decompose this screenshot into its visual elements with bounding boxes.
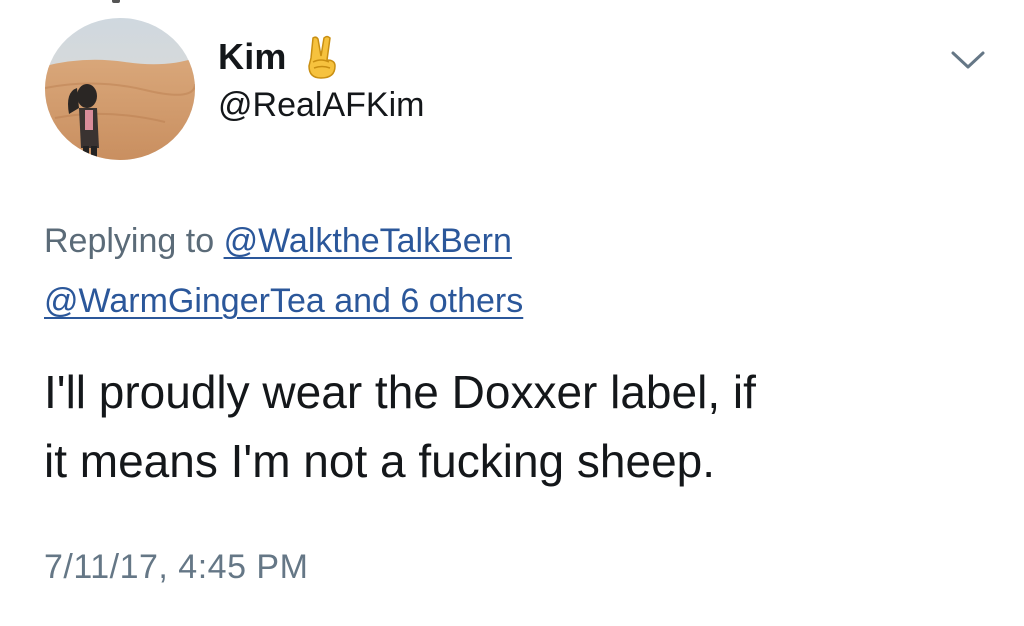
mention-link-others[interactable]: @WarmGingerTea and 6 others: [44, 282, 523, 320]
tweet-text-line: it means I'm not a fucking sheep.: [44, 435, 716, 487]
avatar[interactable]: [45, 18, 195, 160]
replying-to-label: Replying to: [44, 222, 215, 260]
display-name[interactable]: Kim: [218, 36, 287, 78]
replying-to-line: Replying to @WalktheTalkBern: [44, 222, 512, 261]
name-row: Kim: [218, 32, 341, 82]
tweet-text-line: I'll proudly wear the Doxxer label, if: [44, 366, 756, 418]
mention-link-walkthetalkbern[interactable]: @WalktheTalkBern: [224, 222, 512, 260]
avatar-image: [45, 18, 195, 160]
top-edge-mark: [112, 0, 120, 3]
tweet-timestamp[interactable]: 7/11/17, 4:45 PM: [44, 548, 308, 587]
user-handle[interactable]: @RealAFKim: [218, 86, 424, 125]
victory-hand-icon: [307, 35, 336, 79]
replying-to-others-line: @WarmGingerTea and 6 others: [44, 282, 523, 321]
tweet-card: Kim @RealAFKim Replying to @WalktheTalkB…: [0, 0, 1024, 626]
tweet-text: I'll proudly wear the Doxxer label, if i…: [44, 358, 1004, 496]
chevron-down-icon[interactable]: [950, 48, 986, 72]
